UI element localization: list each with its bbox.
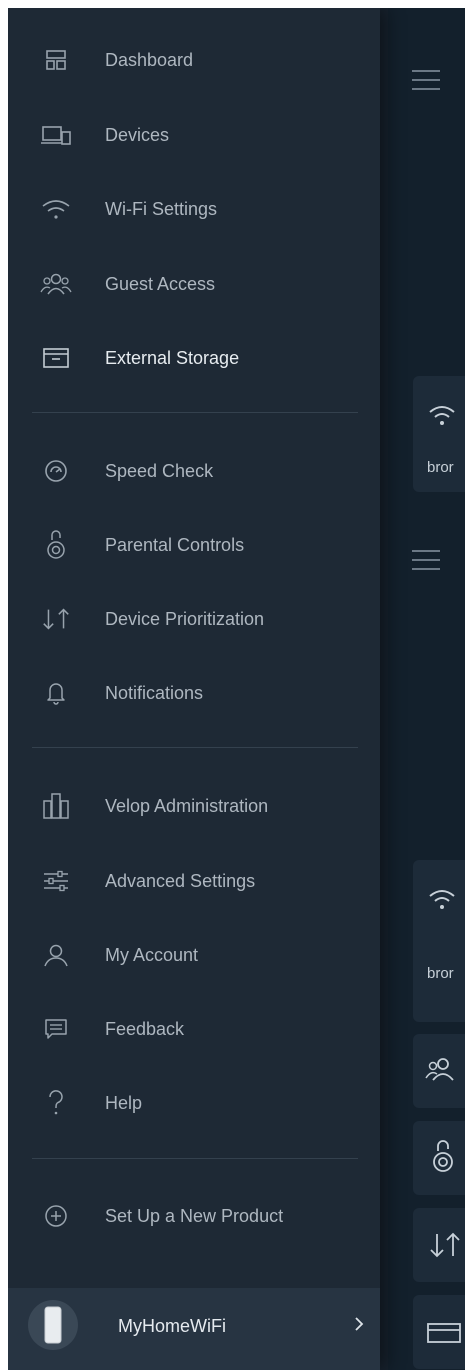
wifi-icon xyxy=(40,193,72,225)
lock-icon xyxy=(433,1140,453,1172)
storage-icon xyxy=(427,1323,461,1343)
external-storage-icon xyxy=(40,342,72,374)
speedometer-icon xyxy=(40,455,72,487)
menu-label-dashboard: Dashboard xyxy=(105,49,194,70)
background-wifi-card[interactable]: bror xyxy=(413,376,465,492)
menu-item-wifi-settings[interactable]: Wi-Fi Settings xyxy=(8,183,380,235)
user-icon xyxy=(40,939,72,971)
menu-label-velop-administration: Velop Administration xyxy=(105,795,269,816)
sliders-icon xyxy=(40,865,72,897)
menu-item-feedback[interactable]: Feedback xyxy=(8,1003,380,1055)
menu-label-external-storage: External Storage xyxy=(105,347,240,368)
menu-label-help: Help xyxy=(105,1092,143,1113)
menu-icon[interactable] xyxy=(412,70,440,90)
devices-icon xyxy=(40,119,72,151)
bell-icon xyxy=(40,677,72,709)
menu-label-advanced-settings: Advanced Settings xyxy=(105,870,256,891)
network-selector[interactable]: MyHomeWiFi xyxy=(8,1288,380,1370)
menu-label-devices: Devices xyxy=(105,124,170,145)
menu-item-devices[interactable]: Devices xyxy=(8,109,380,161)
menu-divider xyxy=(32,412,358,413)
menu-item-advanced-settings[interactable]: Advanced Settings xyxy=(8,855,380,907)
menu-label-parental-controls: Parental Controls xyxy=(105,534,245,555)
help-icon xyxy=(40,1087,72,1119)
menu-label-notifications: Notifications xyxy=(105,682,204,703)
menu-label-speed-check: Speed Check xyxy=(105,460,214,481)
menu-label-device-prioritization: Device Prioritization xyxy=(105,608,265,629)
priority-arrows-icon xyxy=(430,1232,460,1258)
chevron-right-icon xyxy=(355,1317,364,1331)
menu-item-notifications[interactable]: Notifications xyxy=(8,667,380,719)
wifi-icon xyxy=(429,890,455,909)
velop-node-avatar xyxy=(28,1300,78,1350)
menu-item-speed-check[interactable]: Speed Check xyxy=(8,445,380,497)
menu-divider xyxy=(32,1158,358,1159)
background-parental-card[interactable] xyxy=(413,1121,465,1195)
velop-nodes-icon xyxy=(40,790,72,822)
background-wifi-card-2[interactable]: bror xyxy=(413,860,465,1022)
menu-icon-secondary[interactable] xyxy=(412,550,440,570)
dashboard-icon xyxy=(40,44,72,76)
menu-item-set-up-new-product[interactable]: Set Up a New Product xyxy=(8,1190,380,1242)
menu-item-device-prioritization[interactable]: Device Prioritization xyxy=(8,593,380,645)
background-priority-card[interactable] xyxy=(413,1208,465,1282)
menu-divider xyxy=(32,747,358,748)
app-screen: bror bror Dashboard Devices Wi-Fi Settin… xyxy=(8,8,465,1370)
menu-label-set-up-new-product: Set Up a New Product xyxy=(105,1205,284,1226)
add-circle-icon xyxy=(40,1200,72,1232)
background-guest-card[interactable] xyxy=(413,1034,465,1108)
wifi-icon xyxy=(429,406,455,425)
menu-item-parental-controls[interactable]: Parental Controls xyxy=(8,519,380,571)
menu-label-guest-access: Guest Access xyxy=(105,273,216,294)
menu-label-my-account: My Account xyxy=(105,944,199,965)
guest-icon xyxy=(425,1058,454,1081)
menu-label-feedback: Feedback xyxy=(105,1018,185,1039)
guest-access-icon xyxy=(40,268,72,300)
menu-item-external-storage[interactable]: External Storage xyxy=(8,332,380,384)
menu-item-my-account[interactable]: My Account xyxy=(8,929,380,981)
feedback-icon xyxy=(40,1013,72,1045)
background-storage-card[interactable] xyxy=(413,1295,465,1369)
menu-item-help[interactable]: Help xyxy=(8,1077,380,1129)
menu-label-wifi-settings: Wi-Fi Settings xyxy=(105,198,218,219)
background-card-text: bror xyxy=(427,459,454,476)
navigation-drawer: Dashboard Devices Wi-Fi Settings Guest A… xyxy=(8,8,380,1370)
parental-lock-icon xyxy=(40,529,72,561)
menu-item-guest-access[interactable]: Guest Access xyxy=(8,258,380,310)
priority-arrows-icon xyxy=(40,603,72,635)
network-name: MyHomeWiFi xyxy=(118,1316,226,1336)
menu-item-dashboard[interactable]: Dashboard xyxy=(8,34,380,86)
menu-item-velop-administration[interactable]: Velop Administration xyxy=(8,780,380,832)
background-card-text: bror xyxy=(427,965,454,982)
